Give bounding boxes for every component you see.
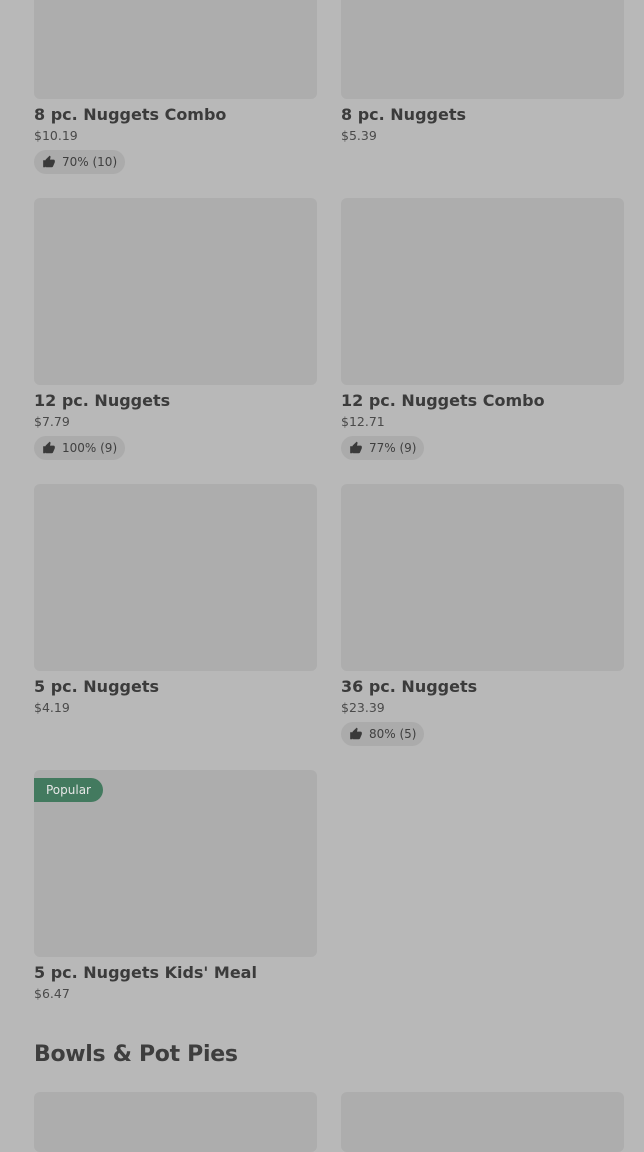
rating-badge: 80% (5) bbox=[341, 722, 425, 746]
item-price: $5.39 bbox=[341, 128, 377, 143]
item-image[interactable] bbox=[34, 198, 317, 385]
rating-text: 77% (9) bbox=[369, 441, 417, 455]
item-name[interactable]: 12 pc. Nuggets bbox=[34, 391, 317, 411]
item-name[interactable]: 36 pc. Nuggets bbox=[341, 677, 624, 697]
thumbs-up-icon bbox=[42, 155, 56, 169]
thumbs-up-icon bbox=[349, 727, 363, 741]
item-image[interactable]: Popular bbox=[34, 770, 317, 957]
menu-item-card[interactable]: 12 pc. Nuggets Combo $12.71 77% (9) bbox=[341, 198, 624, 484]
item-image[interactable] bbox=[341, 198, 624, 385]
item-name[interactable]: 8 pc. Nuggets bbox=[341, 105, 624, 125]
item-image[interactable] bbox=[341, 484, 624, 671]
rating-text: 80% (5) bbox=[369, 727, 417, 741]
item-price: $6.47 bbox=[34, 986, 70, 1001]
rating-text: 100% (9) bbox=[62, 441, 118, 455]
item-price: $23.39 bbox=[341, 700, 385, 715]
item-name[interactable]: 5 pc. Nuggets bbox=[34, 677, 317, 697]
item-price: $7.79 bbox=[34, 414, 70, 429]
item-name[interactable]: 8 pc. Nuggets Combo bbox=[34, 105, 317, 125]
item-name[interactable]: 5 pc. Nuggets Kids' Meal bbox=[34, 963, 317, 983]
menu-item-card[interactable]: 36 pc. Nuggets $23.39 80% (5) bbox=[341, 484, 624, 770]
thumbs-up-icon bbox=[349, 441, 363, 455]
section-title: Bowls & Pot Pies bbox=[34, 1042, 238, 1067]
item-image[interactable] bbox=[341, 1092, 624, 1152]
item-name[interactable]: 12 pc. Nuggets Combo bbox=[341, 391, 624, 411]
thumbs-up-icon bbox=[42, 441, 56, 455]
item-price: $12.71 bbox=[341, 414, 385, 429]
menu-item-card[interactable]: 8 pc. Nuggets Combo $10.19 70% (10) bbox=[34, 0, 317, 198]
menu-item-card[interactable]: 8 pc. Nuggets $5.39 bbox=[341, 0, 624, 198]
popular-badge: Popular bbox=[34, 778, 103, 802]
item-price: $4.19 bbox=[34, 700, 70, 715]
item-image[interactable] bbox=[34, 484, 317, 671]
rating-badge: 70% (10) bbox=[34, 150, 126, 174]
item-price: $10.19 bbox=[34, 128, 78, 143]
rating-badge: 100% (9) bbox=[34, 436, 126, 460]
item-image[interactable] bbox=[341, 0, 624, 99]
rating-text: 70% (10) bbox=[62, 155, 118, 169]
item-image[interactable] bbox=[34, 1092, 317, 1152]
rating-badge: 77% (9) bbox=[341, 436, 425, 460]
menu-item-card[interactable]: Popular 5 pc. Nuggets Kids' Meal $6.47 bbox=[34, 770, 317, 1056]
menu-item-card[interactable]: 12 pc. Nuggets $7.79 100% (9) bbox=[34, 198, 317, 484]
menu-item-card[interactable]: 5 pc. Nuggets $4.19 bbox=[34, 484, 317, 770]
item-image[interactable] bbox=[34, 0, 317, 99]
menu-item-grid: 8 pc. Nuggets Combo $10.19 70% (10) 8 pc. N… bbox=[34, 0, 624, 1056]
